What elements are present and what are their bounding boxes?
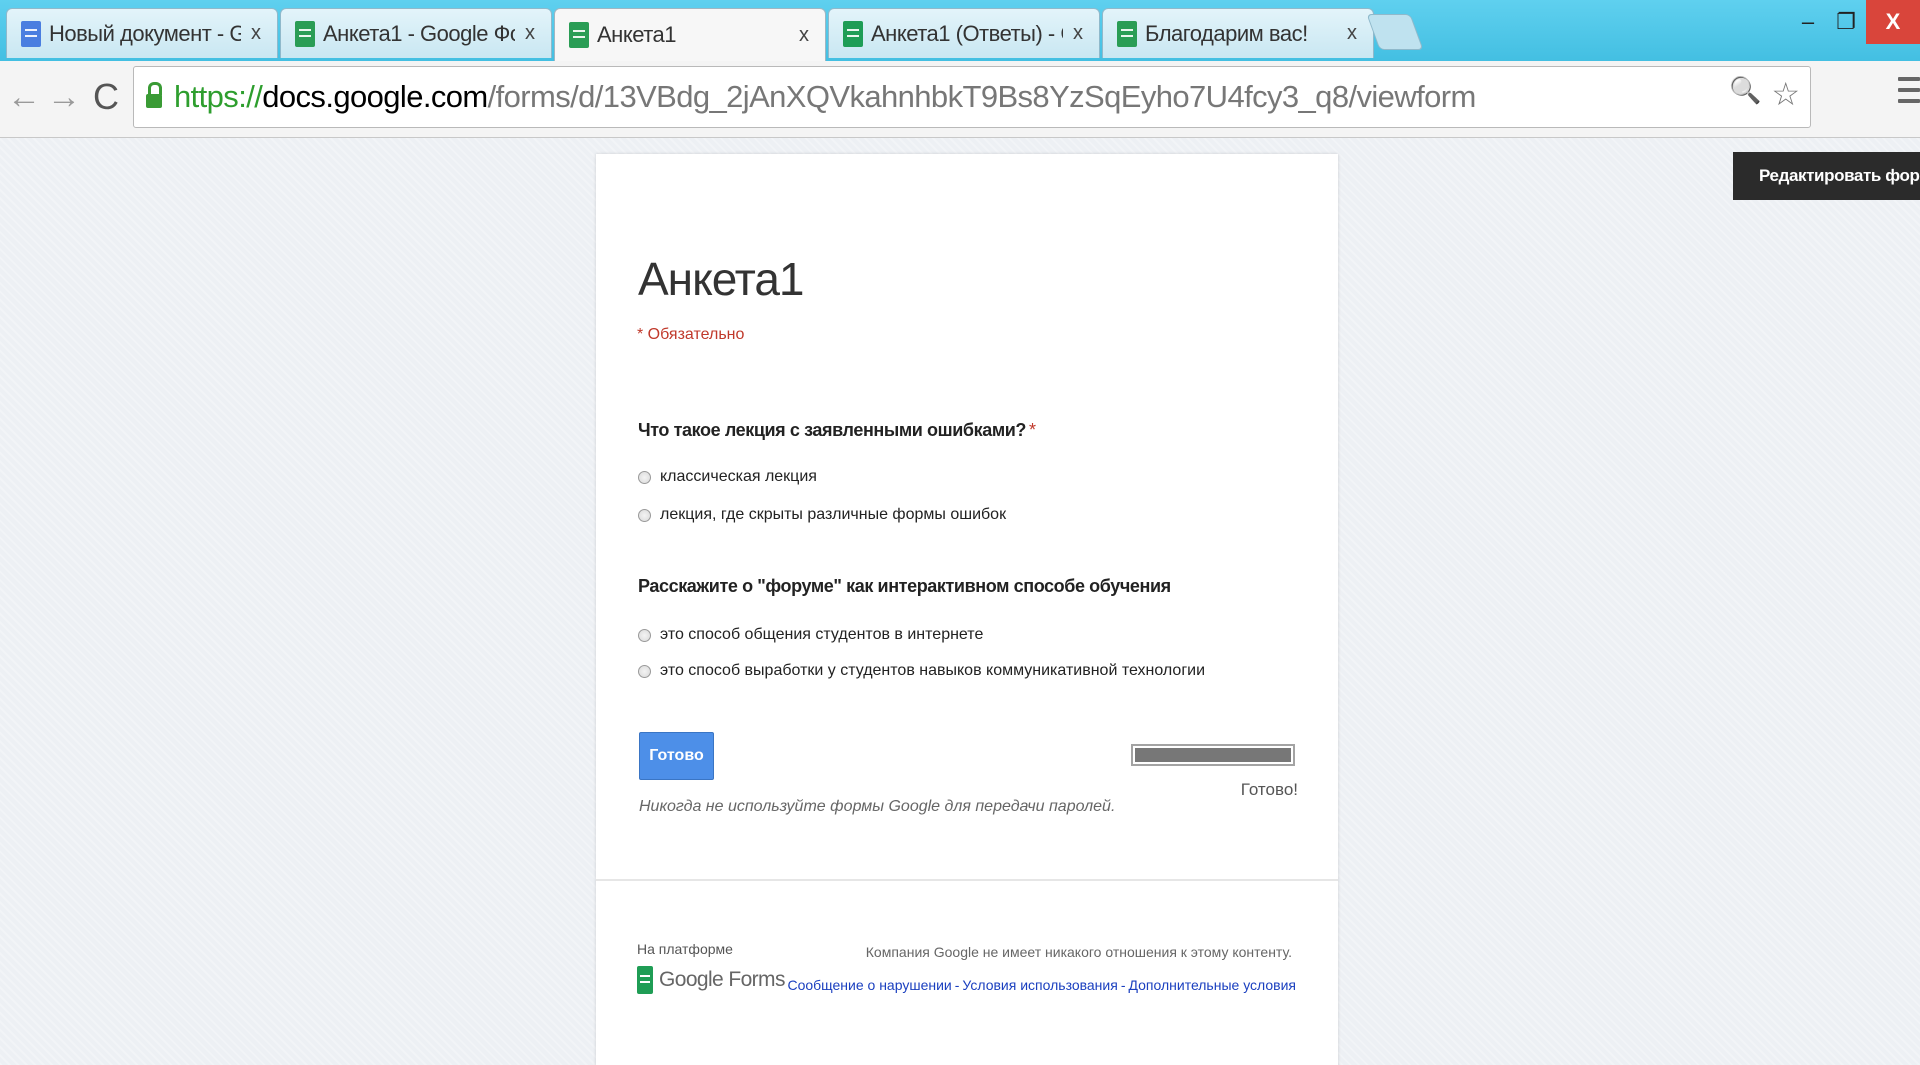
password-warning: Никогда не используйте формы Google для … [639,798,1116,815]
submit-button[interactable]: Готово [639,732,714,780]
tab-thank-you[interactable]: Благодарим вас! x [1102,8,1374,58]
tab-form-view[interactable]: Анкета1 x [554,8,826,61]
footer-links: Сообщение о нарушении - Условия использова… [787,977,1296,993]
url-path: /forms/d/13VBdg_2jAnXQVkahnhbkT9Bs8YzSqE… [487,79,1477,114]
disclaimer-text: Компания Google не имеет никакого отноше… [865,944,1292,960]
radio-button[interactable] [638,508,651,522]
edit-form-button[interactable]: Редактировать форму [1733,152,1920,200]
lock-icon [146,82,162,108]
back-arrow-icon[interactable]: ← [4,75,44,119]
option-label: это способ общения студентов в интернете [660,626,984,643]
form-card: Анкета1 * Обязательно Что такое лекция с… [596,154,1338,1065]
minimize-button[interactable]: – [1788,0,1828,44]
tab-close-icon[interactable]: x [515,22,545,45]
tab-title: Новый документ - Googl [49,20,241,46]
question-1-option-2[interactable]: лекция, где скрыты различные формы ошибо… [638,506,1006,524]
tab-strip: Новый документ - Googl x Анкета1 - Googl… [0,0,1920,61]
tab-title: Анкета1 [597,22,676,47]
url-text[interactable]: https://docs.google.com/forms/d/13VBdg_2… [174,79,1476,115]
question-2-option-1[interactable]: это способ общения студентов в интернете [638,626,983,644]
option-label: лекция, где скрыты различные формы ошибо… [660,506,1007,523]
browser-toolbar: ← → C https://docs.google.com/forms/d/13… [0,61,1920,138]
close-window-button[interactable]: X [1866,0,1920,44]
question-2: Расскажите о "форуме" как интерактивном … [638,576,1171,597]
tab-form-editor[interactable]: Анкета1 - Google Формы x [280,8,552,58]
question-2-option-2[interactable]: это способ выработки у студентов навыков… [638,662,1205,680]
url-scheme: https:// [174,79,263,114]
address-bar[interactable]: https://docs.google.com/forms/d/13VBdg_2… [133,66,1811,128]
terms-of-service-link[interactable]: Условия использования [962,977,1117,993]
form-title: Анкета1 [638,253,804,305]
tab-close-icon[interactable]: x [241,22,271,45]
tab-form-responses[interactable]: Анкета1 (Ответы) - Googl x [828,8,1100,58]
tab-title: Анкета1 (Ответы) - Googl [871,20,1063,46]
forms-icon [1117,20,1137,47]
forms-icon [295,20,315,47]
pencil-icon [1739,168,1751,184]
tab-title: Анкета1 - Google Формы [323,20,515,46]
logo-text: Google Forms [659,968,785,991]
new-tab-button[interactable] [1366,14,1424,50]
radio-button[interactable] [638,628,651,642]
restore-button[interactable]: ❐ [1826,0,1866,44]
footer-divider [596,879,1338,881]
progress-bar [1131,744,1295,766]
powered-by-label: На платформе [637,941,733,957]
google-forms-logo[interactable]: Google Forms [637,966,785,994]
question-1: Что такое лекция с заявленными ошибками?… [638,420,1036,441]
additional-terms-link[interactable]: Дополнительные условия [1128,977,1296,993]
omnibox-actions: 🔍 ☆ [1729,75,1800,113]
edit-form-label: Редактировать форму [1759,166,1920,185]
tab-close-icon[interactable]: x [1337,22,1367,45]
question-text: Что такое лекция с заявленными ошибками? [638,420,1027,440]
required-mark: * [1029,420,1036,440]
report-abuse-link[interactable]: Сообщение о нарушении [787,977,951,993]
question-1-option-1[interactable]: классическая лекция [638,468,817,486]
option-label: это способ выработки у студентов навыков… [660,662,1206,679]
progress-fill [1135,748,1291,762]
separator: - [1120,977,1126,993]
tab-new-document[interactable]: Новый документ - Googl x [6,8,278,58]
tab-close-icon[interactable]: x [1063,22,1093,45]
separator: - [954,977,960,993]
radio-button[interactable] [638,664,651,678]
google-forms-icon [637,966,653,994]
required-note: * Обязательно [637,326,745,343]
forms-icon [569,22,589,48]
bookmark-star-icon[interactable]: ☆ [1771,75,1800,113]
forward-arrow-icon[interactable]: → [44,75,84,119]
docs-icon [21,20,41,47]
tab-title: Благодарим вас! [1145,20,1308,46]
option-label: классическая лекция [660,468,817,485]
page-content: Редактировать форму Анкета1 * Обязательн… [0,138,1920,1065]
url-host: docs.google.com [262,79,488,114]
sheets-icon [843,20,863,47]
reload-icon[interactable]: C [86,75,126,119]
tab-close-icon[interactable]: x [789,24,819,47]
progress-label: Готово! [1240,780,1298,799]
search-icon[interactable]: 🔍 [1729,75,1761,113]
question-text: Расскажите о "форуме" как интерактивном … [638,576,1171,596]
radio-button[interactable] [638,470,651,484]
menu-icon[interactable] [1898,77,1920,109]
